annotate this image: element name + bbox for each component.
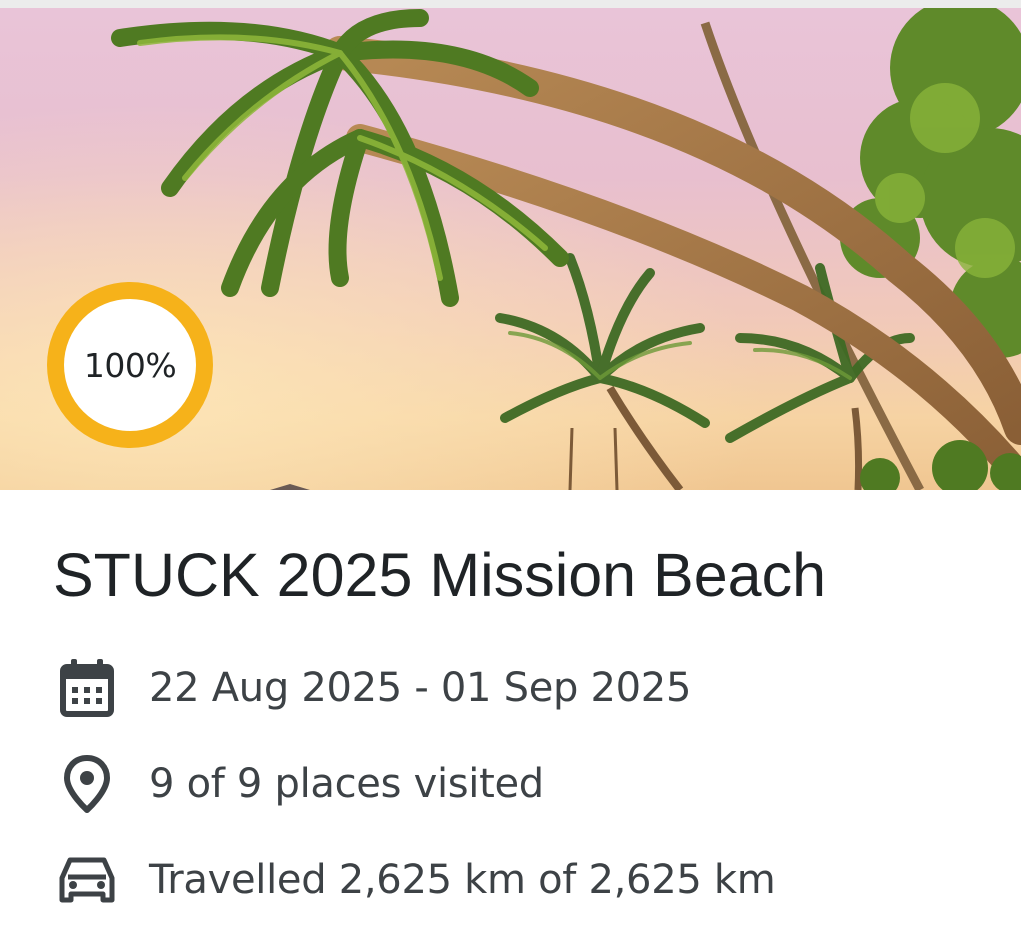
trip-distance: Travelled 2,625 km of 2,625 km bbox=[149, 857, 776, 903]
trip-progress-ring: 100% bbox=[47, 282, 213, 448]
trip-places: 9 of 9 places visited bbox=[149, 761, 544, 807]
calendar-icon bbox=[57, 658, 117, 718]
trip-dates-row: 22 Aug 2025 - 01 Sep 2025 bbox=[57, 656, 691, 720]
trip-progress-label: 100% bbox=[64, 299, 196, 431]
trip-distance-row: Travelled 2,625 km of 2,625 km bbox=[57, 848, 776, 912]
trip-places-row: 9 of 9 places visited bbox=[57, 752, 544, 816]
trip-card[interactable]: 100% STUCK 2025 Mission Beach 22 Aug 202… bbox=[0, 0, 1021, 928]
trip-dates: 22 Aug 2025 - 01 Sep 2025 bbox=[149, 665, 692, 711]
trip-cover-image: 100% bbox=[0, 0, 1021, 490]
car-icon bbox=[57, 850, 117, 910]
location-pin-icon bbox=[57, 754, 117, 814]
trip-title: STUCK 2025 Mission Beach bbox=[53, 541, 827, 609]
